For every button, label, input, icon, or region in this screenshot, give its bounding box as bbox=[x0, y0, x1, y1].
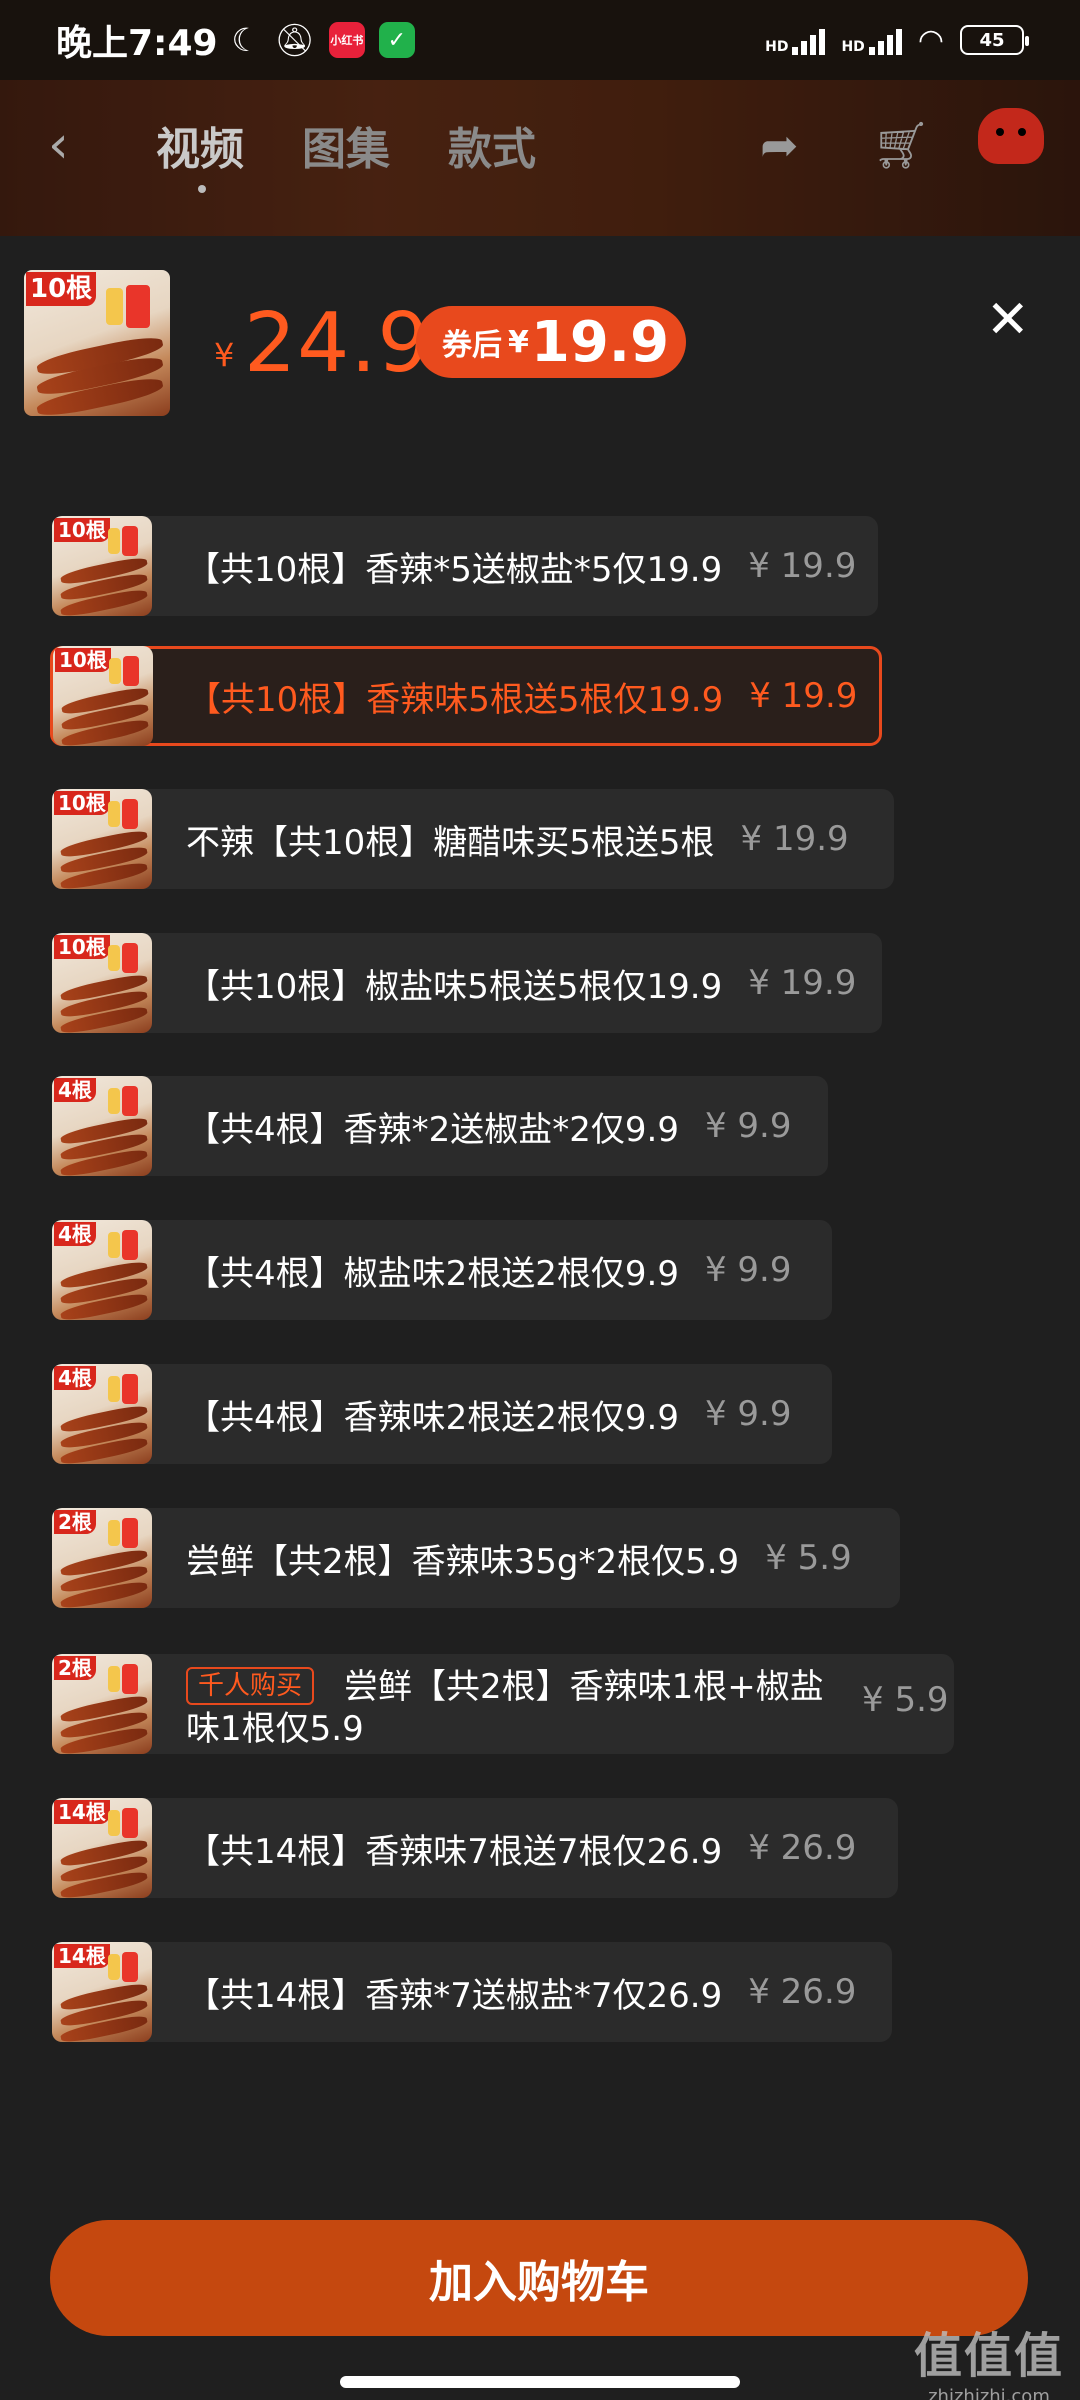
variant-thumbnail: 10根 bbox=[52, 516, 152, 616]
variant-count-tag: 10根 bbox=[54, 935, 110, 959]
variant-thumbnail: 2根 bbox=[52, 1654, 152, 1754]
add-to-cart-button[interactable]: 加入购物车 bbox=[50, 2220, 1028, 2336]
variant-thumbnail: 2根 bbox=[52, 1508, 152, 1608]
variant-thumbnail: 10根 bbox=[52, 933, 152, 1033]
cart-icon[interactable]: 🛒︎ bbox=[872, 118, 930, 173]
variant-image: 14根 bbox=[52, 1798, 152, 1898]
variant-image: 2根 bbox=[52, 1508, 152, 1608]
variant-price: ¥ 9.9 bbox=[704, 1394, 792, 1434]
media-tabs: 视频 图集 款式 bbox=[156, 113, 536, 193]
variant-count-tag: 10根 bbox=[55, 648, 111, 672]
variant-image: 14根 bbox=[52, 1942, 152, 2042]
variant-option[interactable]: 10根不辣【共10根】糖醋味买5根送5根 ¥ 19.9 bbox=[52, 789, 894, 889]
variant-label: 尝鲜【共2根】香辣味35g*2根仅5.9 bbox=[186, 1541, 740, 1582]
variant-label: 【共4根】香辣*2送椒盐*2仅9.9 bbox=[186, 1109, 679, 1150]
variant-count-tag: 4根 bbox=[54, 1222, 96, 1246]
variant-thumbnail: 4根 bbox=[52, 1076, 152, 1176]
variant-label: 【共14根】香辣味7根送7根仅26.9 bbox=[186, 1831, 723, 1872]
variant-image: 4根 bbox=[52, 1220, 152, 1320]
tab-video[interactable]: 视频 bbox=[156, 113, 244, 193]
variant-count-tag: 14根 bbox=[54, 1944, 110, 1968]
variant-label: 【共10根】香辣*5送椒盐*5仅19.9 bbox=[186, 549, 723, 590]
variant-price: ¥ 26.9 bbox=[748, 1828, 857, 1868]
variant-count-tag: 4根 bbox=[54, 1366, 96, 1390]
variant-image: 4根 bbox=[52, 1364, 152, 1464]
variant-price: ¥ 26.9 bbox=[748, 1972, 857, 2012]
xiaohongshu-notification-icon: 小红书 bbox=[328, 22, 365, 58]
variant-label: 千人购买 尝鲜【共2根】香辣味1根+椒盐味1根仅5.9 bbox=[186, 1654, 826, 1750]
variant-label: 【共10根】椒盐味5根送5根仅19.9 bbox=[186, 966, 723, 1007]
status-bar: 晚上7:49 ☾ 🔕︎ 小红书 ✓ HD HD ◠ 45 bbox=[0, 0, 1080, 80]
signal-icon-2: HD bbox=[841, 25, 902, 55]
variant-option[interactable]: 4根【共4根】香辣*2送椒盐*2仅9.9 ¥ 9.9 bbox=[52, 1076, 828, 1176]
variant-option[interactable]: 2根 千人购买 尝鲜【共2根】香辣味1根+椒盐味1根仅5.9 ¥ 5.9 bbox=[52, 1654, 954, 1754]
status-time: 晚上7:49 bbox=[56, 23, 218, 64]
variant-count-tag: 4根 bbox=[54, 1078, 96, 1102]
tab-styles[interactable]: 款式 bbox=[448, 113, 536, 177]
signal-label-1: HD bbox=[765, 39, 789, 55]
variant-price: ¥ 5.9 bbox=[862, 1680, 949, 1720]
variant-thumbnail: 4根 bbox=[52, 1220, 152, 1320]
variant-image: 10根 bbox=[52, 933, 152, 1033]
variant-count-tag: 2根 bbox=[54, 1510, 96, 1534]
variant-option[interactable]: 4根【共4根】香辣味2根送2根仅9.9 ¥ 9.9 bbox=[52, 1364, 832, 1464]
variant-price: ¥ 19.9 bbox=[740, 819, 849, 859]
wifi-icon: ◠ bbox=[917, 22, 944, 58]
variant-price: ¥ 9.9 bbox=[704, 1250, 792, 1290]
status-right-group: HD HD ◠ 45 bbox=[765, 22, 1029, 58]
variant-image: 10根 bbox=[52, 516, 152, 616]
variant-list: 10根 【共10根】香辣*5送椒盐*5仅19.9 ¥ 19.9 10根 【共10根】香辣… bbox=[0, 236, 1080, 2236]
variant-label: 【共10根】香辣味5根送5根仅19.9 bbox=[187, 679, 724, 720]
variant-option[interactable]: 4根【共4根】椒盐味2根送2根仅9.9 ¥ 9.9 bbox=[52, 1220, 832, 1320]
variant-price: ¥ 19.9 bbox=[749, 676, 858, 716]
variant-thumbnail: 14根 bbox=[52, 1942, 152, 2042]
variant-label: 【共14根】香辣*7送椒盐*7仅26.9 bbox=[186, 1975, 723, 2016]
variant-price: ¥ 5.9 bbox=[765, 1538, 852, 1578]
moon-icon: ☾ bbox=[231, 21, 261, 59]
popular-badge: 千人购买 bbox=[186, 1667, 315, 1705]
variant-label: 不辣【共10根】糖醋味买5根送5根 bbox=[186, 822, 715, 863]
watermark-main: 值值值 bbox=[913, 2328, 1064, 2384]
tab-gallery[interactable]: 图集 bbox=[302, 113, 390, 177]
signal-icon-1: HD bbox=[765, 25, 826, 55]
variant-option[interactable]: 14根【共14根】香辣味7根送7根仅26.9 ¥ 26.9 bbox=[52, 1798, 898, 1898]
battery-icon: 45 bbox=[960, 25, 1029, 55]
variant-count-tag: 10根 bbox=[54, 791, 110, 815]
variant-price: ¥ 19.9 bbox=[748, 963, 857, 1003]
variant-thumbnail: 10根 bbox=[52, 789, 152, 889]
variant-image: 10根 bbox=[52, 789, 152, 889]
back-arrow-icon[interactable]: ‹ bbox=[48, 115, 69, 175]
store-mascot-icon[interactable] bbox=[978, 108, 1044, 164]
variant-thumbnail: 4根 bbox=[52, 1364, 152, 1464]
variant-label: 【共4根】椒盐味2根送2根仅9.9 bbox=[186, 1253, 679, 1294]
variant-image: 4根 bbox=[52, 1076, 152, 1176]
variant-count-tag: 14根 bbox=[54, 1800, 110, 1824]
signal-label-2: HD bbox=[841, 39, 865, 55]
variant-image: 2根 bbox=[52, 1654, 152, 1754]
variant-image: 10根 bbox=[53, 646, 153, 746]
home-indicator[interactable] bbox=[340, 2376, 740, 2388]
variant-option[interactable]: 2根尝鲜【共2根】香辣味35g*2根仅5.9 ¥ 5.9 bbox=[52, 1508, 900, 1608]
variant-price: ¥ 9.9 bbox=[704, 1106, 792, 1146]
variant-label: 【共4根】香辣味2根送2根仅9.9 bbox=[186, 1397, 679, 1438]
variant-option[interactable]: 10根【共10根】香辣味5根送5根仅19.9 ¥ 19.9 bbox=[50, 646, 882, 746]
background-page-header: 晚上7:49 ☾ 🔕︎ 小红书 ✓ HD HD ◠ 45 ‹ 视频 图集 款式 … bbox=[0, 0, 1080, 236]
sku-selector-sheet: 10根 ¥ 24.9 券后 ¥ 19.9 ✕ 10根 【共10根】香辣*5送椒盐*… bbox=[0, 236, 1080, 2400]
watermark-sub: zhizhizhi.com bbox=[928, 2386, 1050, 2400]
share-icon[interactable]: ➦ bbox=[760, 118, 799, 172]
variant-option[interactable]: 14根【共14根】香辣*7送椒盐*7仅26.9 ¥ 26.9 bbox=[52, 1942, 892, 2042]
wechat-notification-icon: ✓ bbox=[378, 22, 415, 58]
variant-option[interactable]: 10根【共10根】香辣*5送椒盐*5仅19.9 ¥ 19.9 bbox=[52, 516, 878, 616]
variant-thumbnail: 10根 bbox=[53, 646, 153, 746]
variant-option[interactable]: 10根【共10根】椒盐味5根送5根仅19.9 ¥ 19.9 bbox=[52, 933, 882, 1033]
watermark: 值值值 zhizhizhi.com bbox=[914, 2316, 1064, 2400]
variant-thumbnail: 14根 bbox=[52, 1798, 152, 1898]
variant-price: ¥ 19.9 bbox=[748, 546, 857, 586]
product-nav-bar: ‹ 视频 图集 款式 ➦ 🛒︎ bbox=[0, 100, 1080, 193]
variant-count-tag: 10根 bbox=[54, 518, 110, 542]
bell-off-icon: 🔕︎ bbox=[274, 21, 315, 59]
variant-count-tag: 2根 bbox=[54, 1656, 96, 1680]
